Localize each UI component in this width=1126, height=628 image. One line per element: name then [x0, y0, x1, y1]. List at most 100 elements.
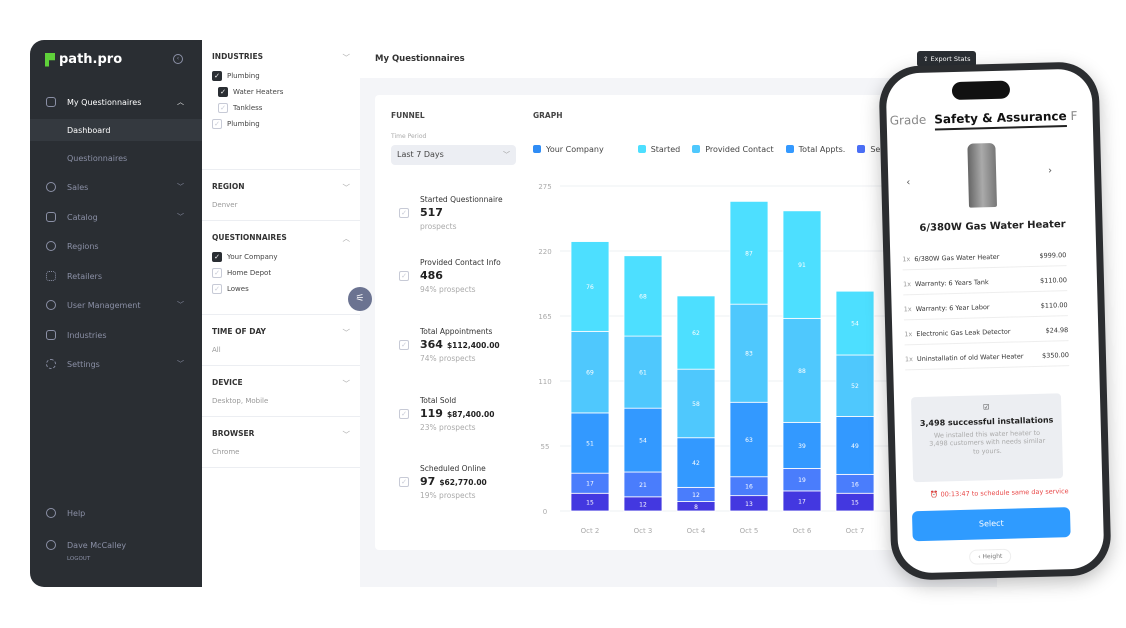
timer-text: 00:13:47 to schedule same day service — [940, 487, 1069, 499]
sidebar-item-settings[interactable]: Settings ﹀ — [30, 353, 202, 375]
x-tick-label: Oct 6 — [793, 527, 812, 535]
data-label: 16 — [745, 484, 753, 491]
filter-panel: INDUSTRIES ﹀ ✓ Plumbing ✓ Water Heaters ✓ Ta… — [202, 40, 360, 587]
label: Height — [982, 552, 1003, 561]
filter-region[interactable]: REGION ﹀ Denver — [202, 170, 360, 221]
chevron-down-icon: ﹀ — [177, 301, 184, 309]
sidebar-item-industries[interactable]: Industries — [30, 324, 202, 346]
chevron-down-icon[interactable]: ﹀ — [343, 52, 351, 63]
chevron-right-icon[interactable]: › — [1048, 165, 1052, 176]
label: Help — [67, 508, 86, 518]
sidebar-item-catalog[interactable]: Catalog ﹀ — [30, 206, 202, 228]
select-button[interactable]: Select — [911, 507, 1071, 542]
chevron-down-icon: ﹀ — [177, 213, 184, 221]
section-title: DEVICE — [212, 378, 243, 387]
label: Your Company — [227, 253, 278, 261]
data-label: 12 — [639, 501, 647, 508]
data-label: 58 — [692, 401, 700, 408]
collapse-sidebar-icon[interactable]: ‹ — [173, 54, 183, 64]
height-button[interactable]: ‹ Height — [968, 548, 1012, 565]
tab-safety-assurance[interactable]: Safety & Assurance — [934, 109, 1067, 131]
logo[interactable]: path.pro — [45, 52, 122, 67]
section-title: REGION — [212, 182, 245, 191]
phone-mockup: Grade Safety & Assurance F ‹ › 6/380W Gas… — [878, 61, 1112, 581]
check-icon: ✓ — [212, 268, 222, 278]
y-tick-label: 110 — [538, 378, 551, 386]
x-tick-label: Oct 7 — [846, 527, 865, 535]
label: Home Depot — [227, 269, 272, 277]
x-tick-label: Oct 3 — [634, 527, 653, 535]
label: Plumbing — [227, 120, 260, 128]
alarm-clock-icon: ⏰ — [930, 490, 941, 499]
avatar — [46, 540, 56, 550]
y-tick-label: 220 — [538, 248, 551, 256]
sidebar-item-retailers[interactable]: Retailers — [30, 265, 202, 287]
line-item: 1x Warranty: 6 Year Labor $110.00 — [903, 295, 1068, 321]
data-label: 52 — [851, 383, 859, 390]
app-window: path.pro ‹ My Questionnaires ︿ Dashboard … — [30, 40, 997, 587]
x-tick-label: Oct 4 — [687, 527, 706, 535]
data-label: 87 — [745, 250, 753, 257]
item-price: $110.00 — [1040, 301, 1068, 310]
browser-value: Chrome — [212, 448, 240, 456]
label: Plumbing — [227, 72, 260, 80]
item-name: Electronic Gas Leak Detector — [916, 327, 1011, 339]
sidebar-item-sales[interactable]: Sales ﹀ — [30, 176, 202, 198]
filter-questionnaires: QUESTIONNAIRES ︿ ✓ Your Company ✓ Home Depo… — [202, 221, 360, 315]
checkbox-lowes[interactable]: ✓ Lowes — [212, 284, 350, 294]
sidebar-item-my-questionnaires[interactable]: My Questionnaires ︿ — [30, 91, 202, 113]
sidebar-item-regions[interactable]: Regions — [30, 235, 202, 257]
data-label: 68 — [639, 293, 647, 300]
data-label: 17 — [798, 498, 806, 505]
data-label: 16 — [851, 481, 859, 488]
sidebar-item-questionnaires[interactable]: Questionnaires — [30, 147, 202, 169]
tab-next[interactable]: F — [1070, 109, 1077, 123]
checkbox-plumbing[interactable]: ✓ Plumbing — [212, 71, 350, 81]
installs-text: We installed this water heater to 3,498 … — [929, 428, 1046, 456]
time-value: All — [212, 346, 221, 354]
data-label: 63 — [745, 437, 753, 444]
section-title: TIME OF DAY — [212, 327, 266, 336]
y-tick-label: 0 — [543, 508, 547, 516]
label: User Management — [67, 300, 141, 310]
user-circle-icon — [46, 300, 56, 310]
chevron-up-icon[interactable]: ︿ — [343, 233, 351, 244]
chevron-left-icon[interactable]: ‹ — [906, 177, 910, 188]
filter-browser[interactable]: BROWSER ﹀ Chrome — [202, 417, 360, 468]
export-icon: ⇪ — [923, 55, 931, 63]
user-profile[interactable]: Dave McCalley — [30, 534, 202, 556]
filter-time-of-day[interactable]: TIME OF DAY ﹀ All — [202, 315, 360, 366]
data-label: 42 — [692, 460, 700, 467]
qty: 1x — [902, 255, 911, 264]
tab-grade[interactable]: Grade — [890, 113, 927, 128]
section-title: BROWSER — [212, 429, 255, 438]
data-label: 12 — [692, 492, 700, 499]
logout-link[interactable]: LOGOUT — [67, 556, 90, 562]
data-label: 62 — [692, 330, 700, 337]
checkbox-home-depot[interactable]: ✓ Home Depot — [212, 268, 350, 278]
section-title: QUESTIONNAIRES — [212, 233, 287, 242]
filter-device[interactable]: DEVICE ﹀ Desktop, Mobile — [202, 366, 360, 417]
data-label: 91 — [798, 262, 806, 269]
checkbox-tankless[interactable]: ✓ Tankless — [218, 103, 350, 113]
qty: 1x — [903, 305, 912, 314]
map-pin-icon — [46, 241, 56, 251]
clipboard-icon — [46, 97, 56, 107]
checkbox-water-heaters[interactable]: ✓ Water Heaters — [218, 87, 350, 97]
checkbox-your-company[interactable]: ✓ Your Company — [212, 252, 350, 262]
line-item: 1x 6/380W Gas Water Heater $999.00 — [902, 245, 1067, 271]
data-label: 83 — [745, 351, 753, 358]
item-name: Warranty: 6 Year Labor — [915, 303, 990, 314]
label: Settings — [67, 359, 100, 369]
check-icon: ✓ — [212, 119, 222, 129]
line-item: 1x Uninstallatin of old Water Heater $350.… — [904, 345, 1070, 371]
data-label: 54 — [851, 321, 859, 328]
checkbox-plumbing-2[interactable]: ✓ Plumbing — [212, 119, 350, 129]
label: Lowes — [227, 285, 249, 293]
sidebar-item-help[interactable]: Help — [30, 502, 202, 524]
sidebar-item-dashboard[interactable]: Dashboard — [30, 119, 202, 141]
check-icon: ✓ — [218, 87, 228, 97]
data-label: 61 — [639, 370, 647, 377]
check-icon: ✓ — [212, 71, 222, 81]
sidebar-item-user-management[interactable]: User Management ﹀ — [30, 294, 202, 316]
